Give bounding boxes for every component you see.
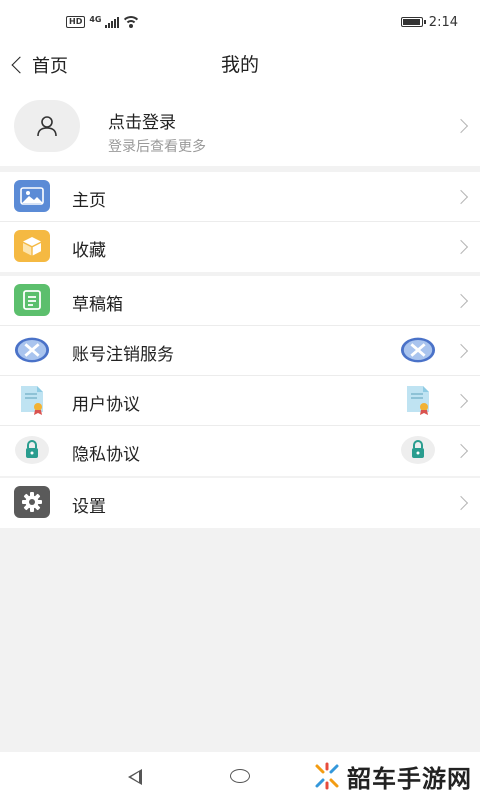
menu-item-drafts[interactable]: 草稿箱 [0,276,480,326]
menu-item-home[interactable]: 主页 [0,172,480,222]
battery-level [402,19,420,25]
close-circle-icon [400,334,436,366]
login-title: 点击登录 [108,113,176,133]
system-nav-bar: 韶车手游网 [0,752,480,800]
status-time: 2:14 [428,14,458,30]
document-icon [14,284,50,316]
nav-bar: 首页 我的 [0,44,480,86]
chevron-right-icon [453,293,469,309]
chevron-right-icon [453,118,469,134]
signal-icon [105,16,120,28]
chevron-right-icon [453,495,469,511]
network-type: 4G [89,14,102,24]
login-card[interactable]: 点击登录 登录后查看更多 [0,86,480,166]
lock-icon [400,434,436,466]
menu-label: 设置 [72,497,106,517]
menu-item-user-agreement[interactable]: 用户协议 [0,376,480,426]
watermark-text: 韶车手游网 [347,764,472,793]
menu-group-1: 主页 收藏 [0,172,480,272]
user-icon [37,116,57,137]
chevron-right-icon [453,343,469,359]
menu-item-settings[interactable]: 设置 [0,478,480,528]
hd-indicator: HD [66,16,86,28]
nav-home-icon[interactable] [230,769,250,783]
box-icon [14,230,50,262]
menu-label: 草稿箱 [72,295,123,315]
chevron-right-icon [453,239,469,255]
menu-item-account-cancel[interactable]: 账号注销服务 [0,326,480,376]
login-subtitle: 登录后查看更多 [108,139,206,155]
page-title: 我的 [220,54,259,76]
menu-label: 隐私协议 [72,445,140,465]
close-circle-icon [14,334,50,366]
avatar [14,100,80,152]
menu-label: 用户协议 [72,395,140,415]
status-left: HD 4G [66,14,140,28]
menu-group-3: 设置 [0,478,480,528]
certificate-icon [400,384,436,416]
wifi-icon [123,16,140,28]
chevron-right-icon [453,443,469,459]
menu-item-favorites[interactable]: 收藏 [0,222,480,272]
menu-label: 收藏 [72,241,106,261]
menu-label: 主页 [72,191,106,211]
certificate-icon [14,384,50,416]
chevron-right-icon [453,189,469,205]
battery-icon [400,17,426,27]
status-right: 2:14 [400,14,458,30]
watermark: 韶车手游网 [313,758,472,794]
gear-icon [14,486,50,518]
lock-icon [14,434,50,466]
status-bar: HD 4G 2:14 [0,0,480,44]
menu-label: 账号注销服务 [72,345,174,365]
nav-back-icon[interactable] [128,769,142,785]
menu-group-2: 草稿箱 账号注销服务 用户协议 隐私协议 [0,276,480,476]
image-icon [14,180,50,212]
chevron-right-icon [453,393,469,409]
watermark-logo-icon [315,762,339,790]
menu-item-privacy[interactable]: 隐私协议 [0,426,480,476]
